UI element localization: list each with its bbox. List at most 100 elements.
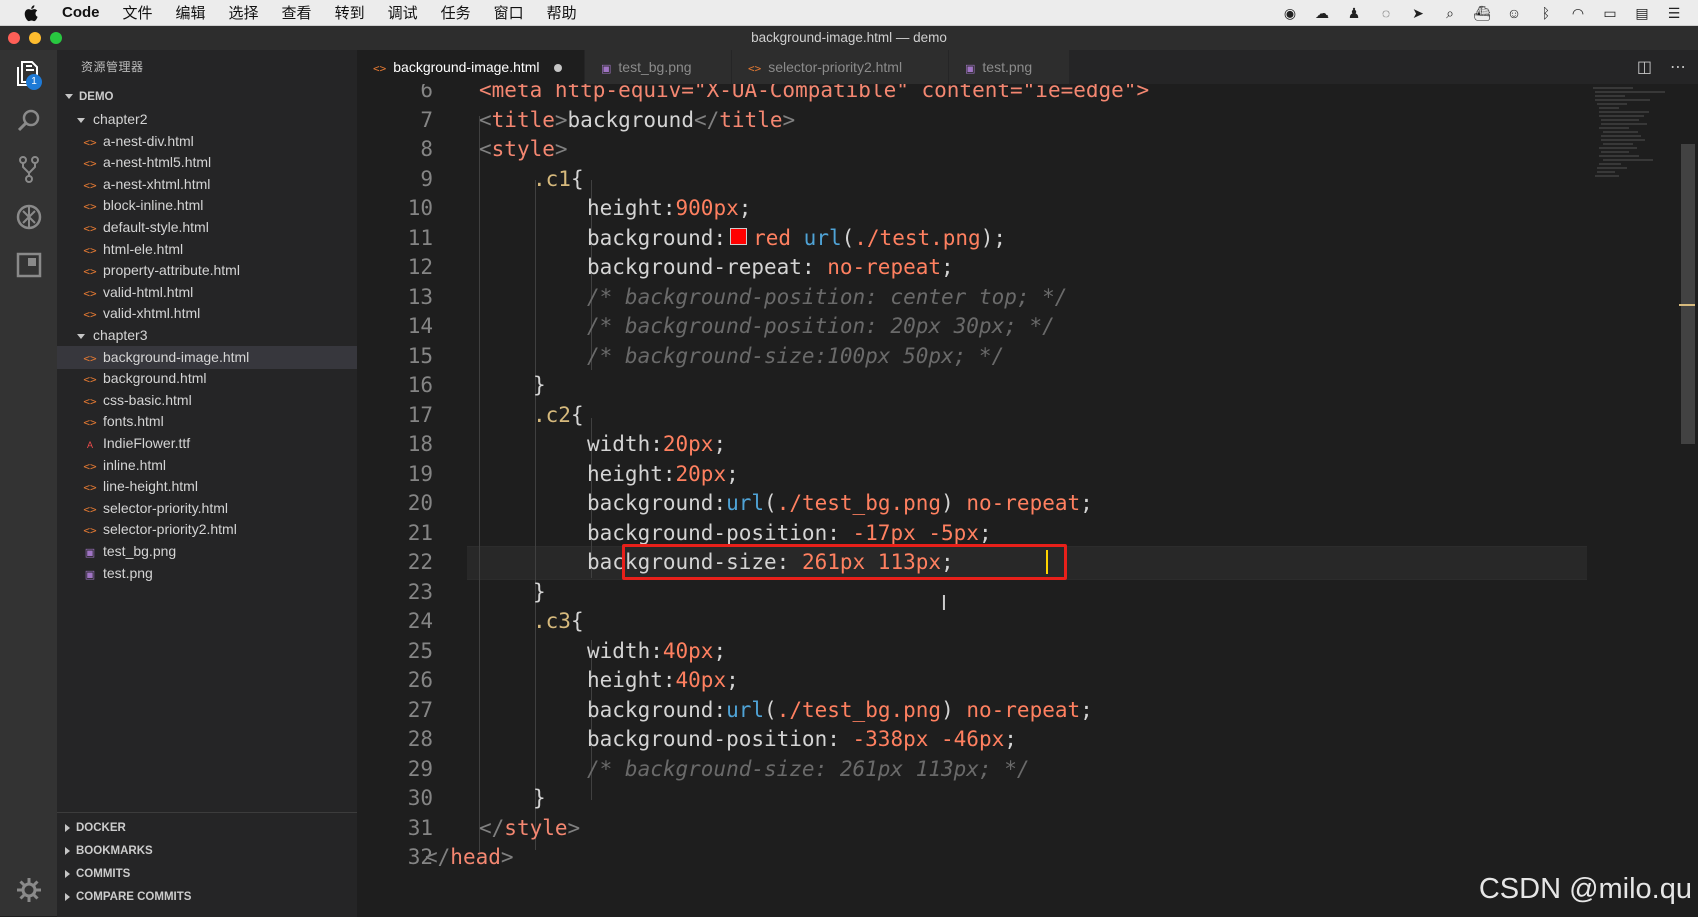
file-item[interactable]: <> a-nest-xhtml.html [57,173,357,196]
section-commits[interactable]: COMMITS [57,863,357,885]
menu-edit[interactable]: 编辑 [176,2,206,23]
code-token: { [570,166,584,191]
line-number: 9 [420,166,433,191]
search-icon[interactable] [14,106,44,136]
list-icon[interactable]: ☰ [1664,5,1684,21]
file-item[interactable]: <> line-height.html [57,475,357,498]
chevron-down-icon [77,117,85,123]
scroll-thumb[interactable] [1681,144,1695,444]
html-file-icon: <> [83,308,97,322]
code-token: background-repeat [587,255,802,279]
line-number: 31 [407,815,433,840]
file-item[interactable]: <> selector-priority2.html [57,518,357,541]
apple-icon[interactable] [22,3,42,23]
menu-tasks[interactable]: 任务 [441,2,471,23]
unsaved-dot-icon[interactable] [553,64,562,73]
tab-test-png[interactable]: ▣ test.png [949,50,1069,84]
file-item[interactable]: <> background-image.html [57,345,357,369]
menu-app-code[interactable]: Code [62,4,100,21]
extensions-icon[interactable] [14,250,44,280]
gear-icon[interactable] [14,875,44,905]
file-item[interactable]: <> css-basic.html [57,389,357,412]
code-line: <style> [479,133,568,165]
send-icon[interactable]: ➤ [1408,5,1428,21]
code-line: </head> [425,841,514,873]
tab-background-image[interactable]: <> background-image.html [357,50,584,84]
file-item[interactable]: <> background.html [57,367,357,390]
flag-icon[interactable]: ▤ [1632,5,1652,21]
split-editor-icon[interactable]: ◫ [1637,57,1652,77]
vertical-scrollbar[interactable] [1679,84,1695,916]
tab-selector-priority2[interactable]: <> selector-priority2.html [732,50,948,84]
bluetooth-icon[interactable]: ᛒ [1536,5,1556,21]
code-line: .c1{ [533,163,584,195]
wifi-icon[interactable]: ◠ [1568,5,1588,21]
menu-selection[interactable]: 选择 [229,2,259,23]
section-compare-commits[interactable]: COMPARE COMMITS [57,886,357,908]
code-token: </ [425,845,451,869]
menu-debug[interactable]: 调试 [388,2,418,23]
file-item[interactable]: ▣ test_bg.png [57,540,357,563]
battery-icon[interactable]: ▭ [1600,5,1620,21]
line-number: 11 [407,225,433,250]
menu-view[interactable]: 查看 [282,2,312,23]
wechat-icon[interactable]: ☺ [1504,5,1524,21]
explorer-root-demo[interactable]: DEMO [57,86,357,108]
file-item[interactable]: <> inline.html [57,454,357,477]
bell-icon[interactable]: ♟ [1344,5,1364,21]
record-icon[interactable]: ◉ [1280,5,1300,21]
file-item[interactable]: <> html-ele.html [57,238,357,261]
menu-window[interactable]: 窗口 [494,2,524,23]
section-bookmarks[interactable]: BOOKMARKS [57,840,357,862]
annotation-highlight-box [622,544,1067,580]
file-item[interactable]: <> a-nest-div.html [57,130,357,153]
cloud-icon[interactable]: ☁ [1312,5,1332,21]
code-editor[interactable]: 6 <meta http-equiv="X-UA-Compatible" cont… [357,84,1698,916]
debug-icon[interactable] [14,202,44,232]
line-number: 20 [407,491,433,515]
code-token: : [713,491,727,515]
editor-actions: ◫ ⋯ [1637,50,1686,84]
file-item[interactable]: <> fonts.html [57,410,357,433]
file-item[interactable]: <> selector-priority.html [57,497,357,520]
folder-chapter2[interactable]: chapter2 [57,108,357,131]
chevron-down-icon [77,333,85,339]
line-number: 24 [407,609,433,633]
activity-bar: 1 [0,50,57,916]
menu-file[interactable]: 文件 [123,2,153,23]
search-icon[interactable]: ⌕ [1440,5,1460,21]
file-item[interactable]: ▣ test.png [57,562,357,585]
code-token: </ [479,815,505,840]
line-number: 15 [407,343,433,368]
folder-chapter3[interactable]: chapter3 [57,324,357,347]
html-file-icon: <> [83,459,97,473]
file-item[interactable]: <> valid-xhtml.html [57,302,357,325]
file-item[interactable]: A IndieFlower.ttf [57,432,357,455]
file-name: css-basic.html [103,391,192,408]
close-window-button[interactable] [8,32,20,44]
section-docker[interactable]: DOCKER [57,817,357,839]
docker-icon[interactable]: ⛴ [1472,5,1492,21]
more-actions-icon[interactable]: ⋯ [1670,57,1686,77]
minimize-window-button[interactable] [29,32,41,44]
line-number: 28 [407,727,433,751]
menu-go[interactable]: 转到 [335,2,365,23]
file-item[interactable]: <> block-inline.html [57,194,357,217]
file-name: block-inline.html [103,197,204,214]
code-line: } [533,782,546,814]
code-token: > [782,107,796,132]
indent-guide [535,180,536,850]
menu-help[interactable]: 帮助 [547,2,577,23]
html-file-icon: <> [83,373,97,387]
file-item[interactable]: <> default-style.html [57,216,357,239]
file-item[interactable]: <> property-attribute.html [57,259,357,282]
file-name: test_bg.png [103,543,177,559]
zoom-window-button[interactable] [50,32,62,44]
minimap[interactable] [1589,84,1679,194]
chat-icon[interactable]: ◌ [1376,5,1396,21]
source-control-icon[interactable] [14,154,44,184]
color-swatch-icon[interactable] [730,228,748,245]
file-item[interactable]: <> valid-html.html [57,281,357,304]
file-item[interactable]: <> a-nest-html5.html [57,151,357,174]
tab-test-bg-png[interactable]: ▣ test_bg.png [585,50,731,84]
